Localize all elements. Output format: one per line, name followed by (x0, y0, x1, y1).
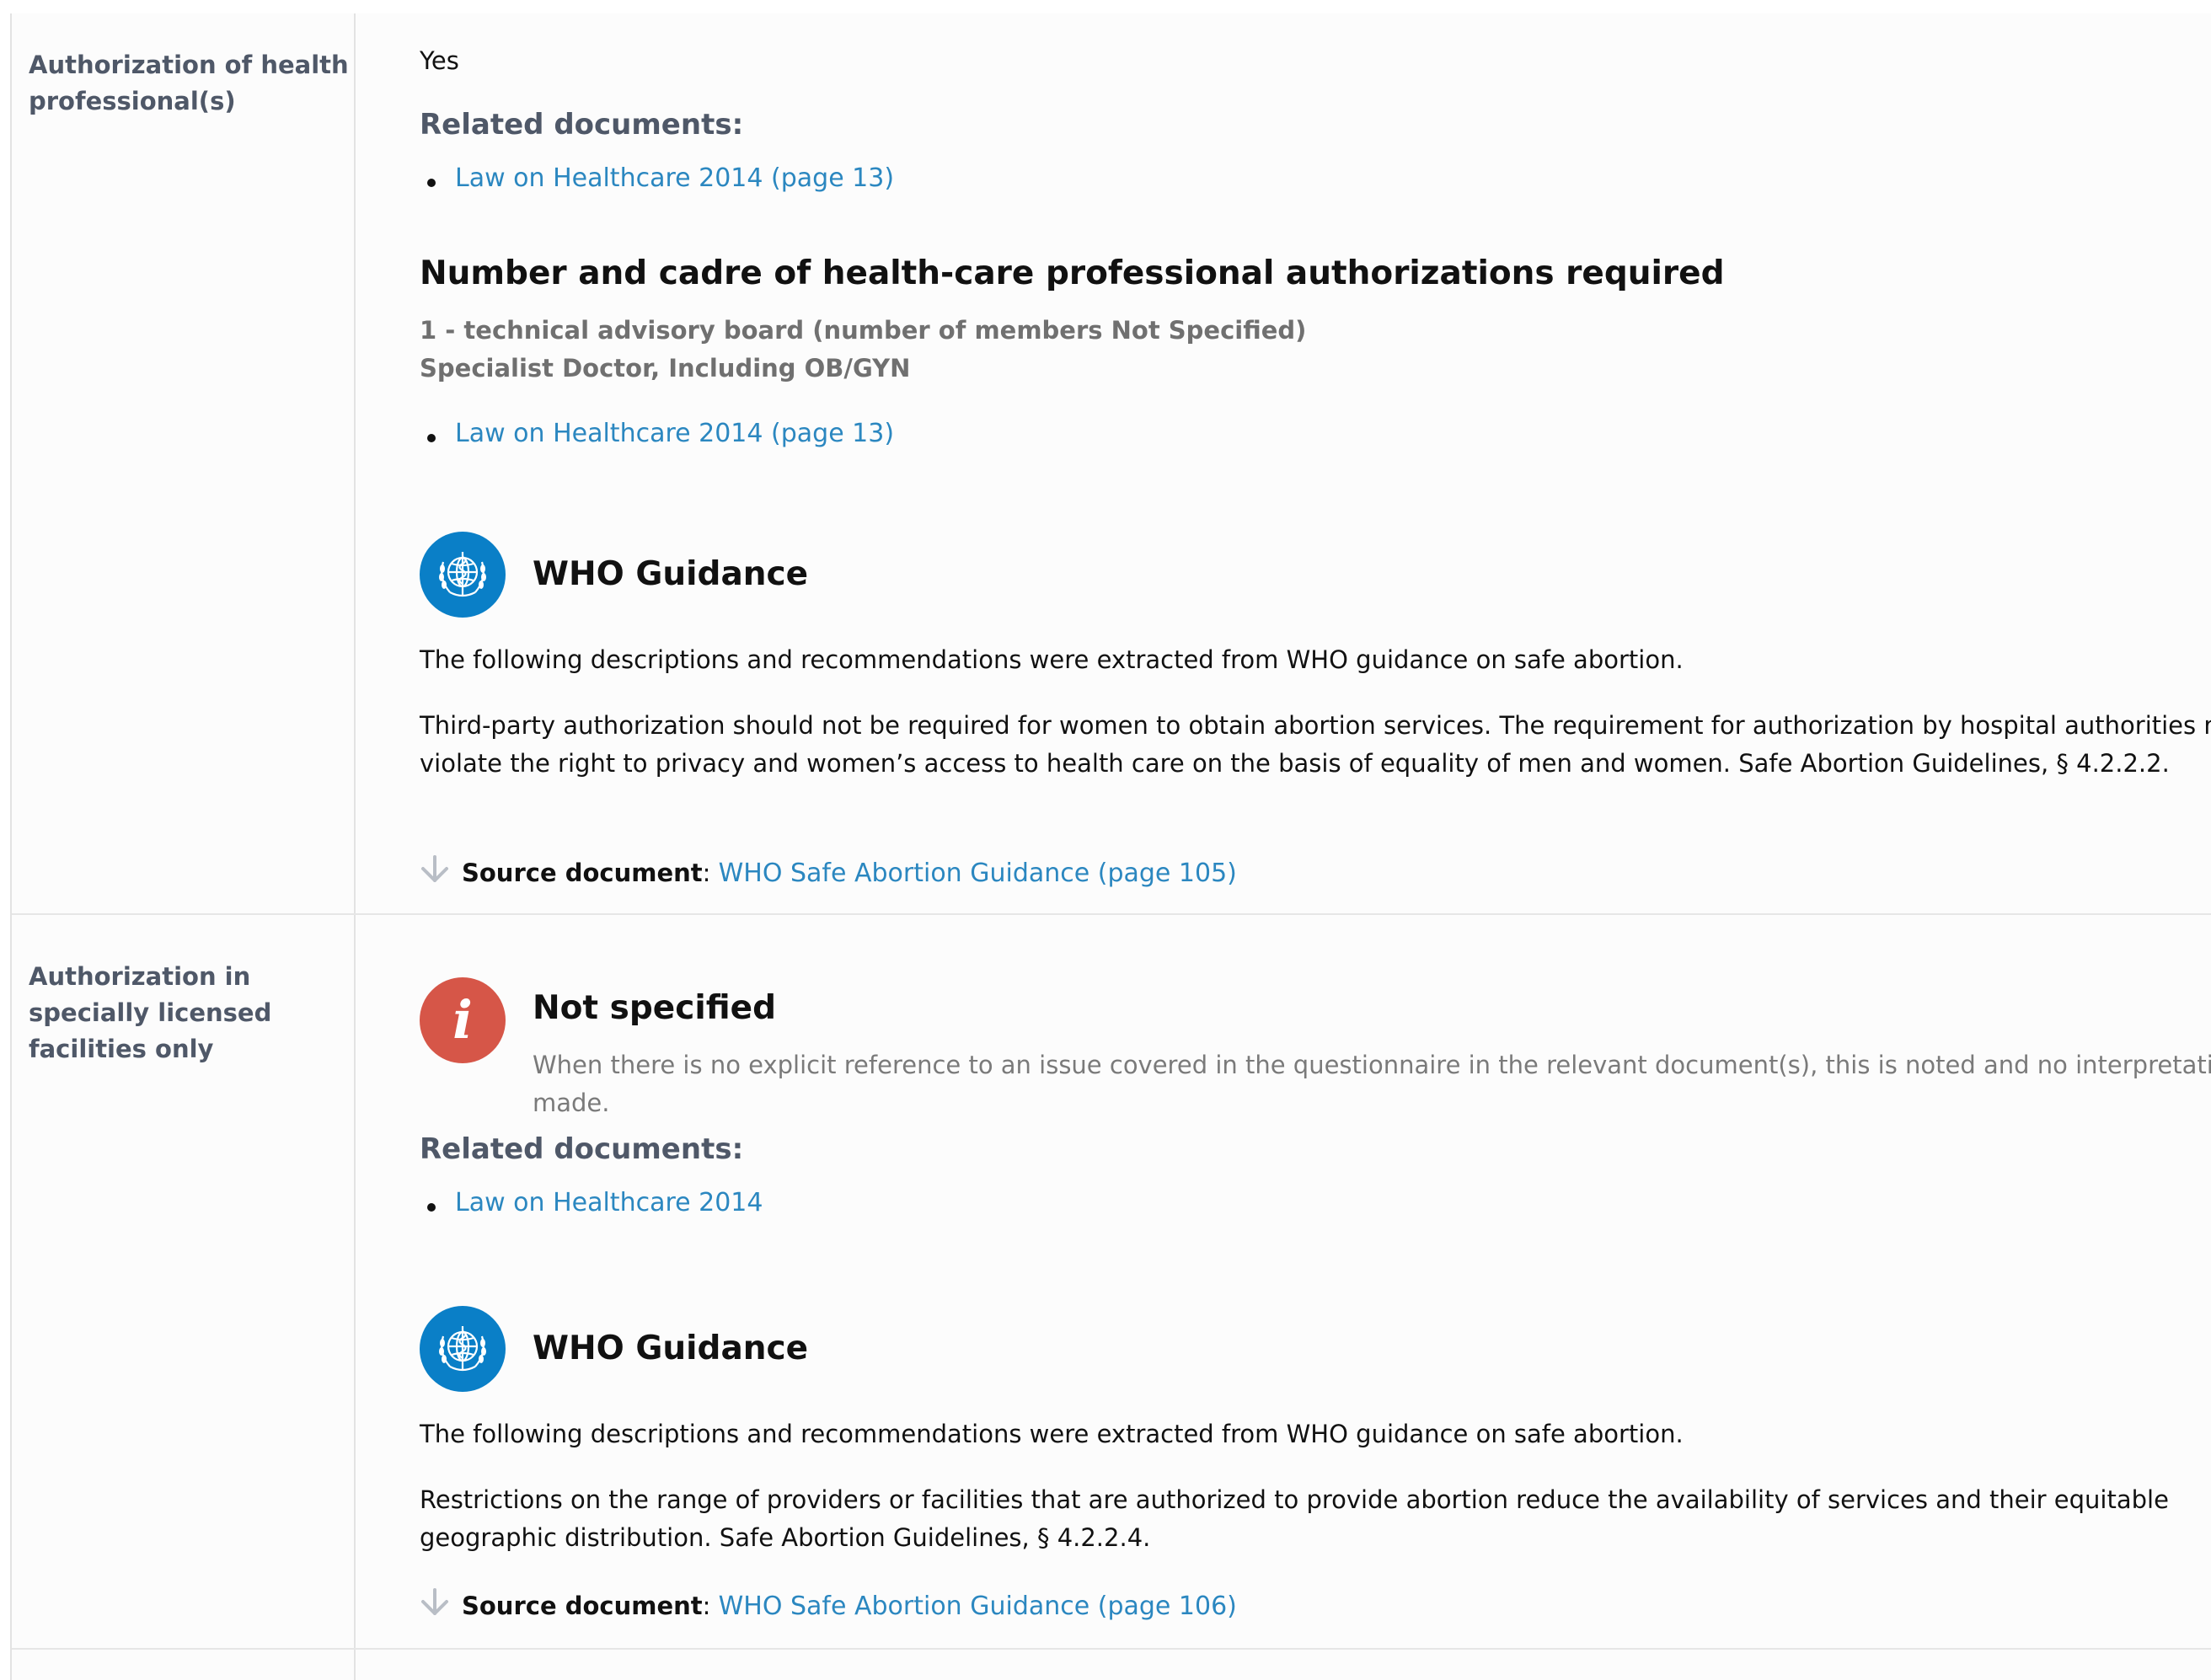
row-label: Authorization of health professional(s) (29, 51, 349, 115)
who-emblem-icon (420, 532, 506, 618)
authorization-detail: 1 - technical advisory board (number of … (420, 316, 1307, 345)
status-title: Not specified (533, 989, 776, 1027)
row-label-cell (12, 1650, 356, 1680)
who-guidance-intro: The following descriptions and recommend… (420, 645, 1684, 674)
who-guidance-title: WHO Guidance (533, 1330, 809, 1367)
source-document-label: Source document (462, 859, 703, 887)
who-emblem-icon (420, 1306, 506, 1392)
bullet (427, 434, 436, 442)
related-document-link[interactable]: Law on Healthcare 2014 (page 13) (455, 162, 894, 195)
source-document-link[interactable]: WHO Safe Abortion Guidance (page 106) (719, 1592, 1237, 1621)
status-description: When there is no explicit reference to a… (533, 1051, 2211, 1117)
info-icon: i (420, 977, 506, 1063)
source-document: Source document: WHO Safe Abortion Guida… (462, 856, 1237, 891)
who-guidance-text: Third-party authorization should not be … (420, 711, 2211, 778)
table-row: Authorization in specially licensed faci… (12, 915, 2211, 1650)
row-content-cell: i Not specified When there is no explici… (356, 915, 2211, 1648)
who-guidance-title: WHO Guidance (533, 555, 809, 593)
arrow-down-icon (421, 855, 448, 882)
who-guidance-text: Restrictions on the range of providers o… (420, 1485, 2169, 1552)
table-row: Authorization of health professional(s) … (12, 13, 2211, 915)
source-document: Source document: WHO Safe Abortion Guida… (462, 1589, 1237, 1624)
who-guidance-intro: The following descriptions and recommend… (420, 1420, 1684, 1448)
arrow-down-icon (421, 1588, 448, 1615)
related-documents-heading: Related documents: (420, 108, 744, 142)
row-content-cell (356, 1650, 2211, 1680)
row-label: Authorization in specially licensed faci… (29, 962, 272, 1063)
answer-value: Yes (420, 46, 459, 75)
related-document-link[interactable]: Law on Healthcare 2014 (455, 1186, 763, 1220)
table-row (12, 1650, 2211, 1680)
indicator-table: Authorization of health professional(s) … (10, 13, 2211, 1680)
source-separator: : (702, 1592, 711, 1620)
bullet (427, 1203, 436, 1212)
related-documents-heading: Related documents: (420, 1132, 744, 1166)
row-content-cell: Yes Related documents: Law on Healthcare… (356, 13, 2211, 913)
section-document-link[interactable]: Law on Healthcare 2014 (page 13) (455, 417, 894, 451)
row-label-cell: Authorization of health professional(s) (12, 13, 356, 913)
authorization-detail: Specialist Doctor, Including OB/GYN (420, 354, 911, 383)
bullet (427, 179, 436, 187)
source-document-link[interactable]: WHO Safe Abortion Guidance (page 105) (719, 859, 1237, 888)
row-label-cell: Authorization in specially licensed faci… (12, 915, 356, 1648)
section-heading: Number and cadre of health-care professi… (420, 254, 1725, 292)
source-separator: : (702, 859, 711, 887)
source-document-label: Source document (462, 1592, 703, 1620)
